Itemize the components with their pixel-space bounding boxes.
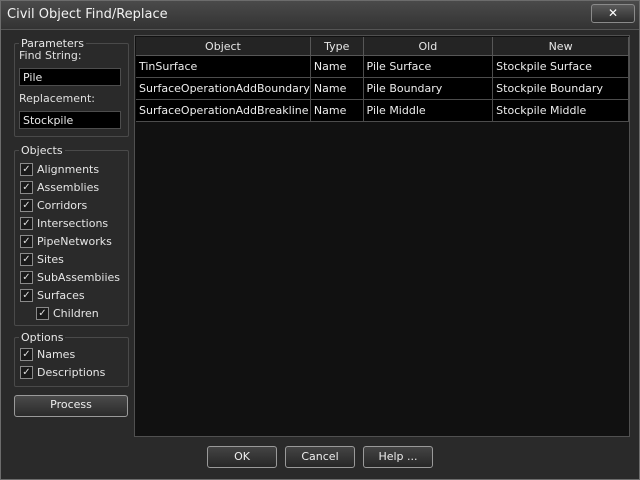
checkbox-label: Surfaces [37,288,85,302]
checkbox-sites[interactable]: ✓ Sites [20,251,64,267]
help-button[interactable]: Help ... [363,446,433,468]
title-bar: Civil Object Find/Replace ✕ [1,1,639,30]
checkbox-intersections[interactable]: ✓ Intersections [20,215,108,231]
cell-object[interactable]: SurfaceOperationAddBoundary [136,77,311,100]
cell-type[interactable]: Name [310,77,364,100]
check-icon[interactable]: ✓ [20,162,33,176]
cell-old[interactable]: Pile Middle [363,99,494,122]
check-icon[interactable]: ✓ [20,270,33,284]
checkbox-label: SubAssembiies [37,270,120,284]
cell-object[interactable]: TinSurface [136,55,311,78]
check-icon[interactable]: ✓ [20,180,33,194]
checkbox-surfaces[interactable]: ✓ Surfaces [20,287,85,303]
replacement-label: Replacement: [19,92,95,105]
check-icon[interactable]: ✓ [20,347,33,361]
check-icon[interactable]: ✓ [20,198,33,212]
cancel-button[interactable]: Cancel [285,446,355,468]
process-button[interactable]: Process [14,395,128,417]
find-string-label: Find String: [19,49,82,62]
checkbox-names[interactable]: ✓ Names [20,346,75,362]
check-icon[interactable]: ✓ [20,234,33,248]
window-title: Civil Object Find/Replace [7,7,168,22]
checkbox-label: Names [37,347,76,361]
cell-type[interactable]: Name [310,99,364,122]
cell-object[interactable]: SurfaceOperationAddBreakline [136,99,311,122]
checkbox-pipenetworks[interactable]: ✓ PipeNetworks [20,233,112,249]
checkbox-subassemblies[interactable]: ✓ SubAssembiies [20,269,120,285]
checkbox-children[interactable]: ✓ Children [36,305,99,321]
objects-group: Objects ✓ Alignments ✓ Assemblies ✓ Corr… [14,144,129,326]
checkbox-label: PipeNetworks [37,234,112,248]
checkbox-alignments[interactable]: ✓ Alignments [20,161,99,177]
check-icon[interactable]: ✓ [36,306,49,320]
table-row[interactable]: TinSurface Name Pile Surface Stockpile S… [136,55,629,78]
column-header-old[interactable]: Old [363,37,494,56]
find-string-input[interactable] [19,68,121,86]
checkbox-label: Children [53,306,99,320]
results-table: Object Type Old New TinSurface Name Pile… [136,37,629,122]
checkbox-label: Intersections [37,216,109,230]
close-button[interactable]: ✕ [591,4,635,23]
column-header-new[interactable]: New [492,37,629,56]
table-row[interactable]: SurfaceOperationAddBreakline Name Pile M… [136,99,629,122]
parameters-group: Parameters Find String: Replacement: [14,37,129,137]
checkbox-label: Sites [37,252,64,266]
results-grid: Object Type Old New TinSurface Name Pile… [134,35,630,437]
header-row: Object Type Old New [136,37,629,56]
options-legend: Options [21,331,64,344]
checkbox-label: Assemblies [37,180,100,194]
cell-new[interactable]: Stockpile Boundary [492,77,629,100]
cell-new[interactable]: Stockpile Middle [492,99,629,122]
checkbox-label: Descriptions [37,365,106,379]
column-header-object[interactable]: Object [136,37,311,56]
checkbox-assemblies[interactable]: ✓ Assemblies [20,179,99,195]
cell-old[interactable]: Pile Surface [363,55,494,78]
check-icon[interactable]: ✓ [20,365,33,379]
check-icon[interactable]: ✓ [20,216,33,230]
replacement-input[interactable] [19,111,121,129]
close-icon: ✕ [607,6,619,20]
check-icon[interactable]: ✓ [20,288,33,302]
checkbox-descriptions[interactable]: ✓ Descriptions [20,364,105,380]
objects-legend: Objects [21,144,63,157]
column-header-type[interactable]: Type [310,37,364,56]
find-replace-dialog: Civil Object Find/Replace ✕ Parameters F… [0,0,640,480]
checkbox-label: Corridors [37,198,88,212]
checkbox-label: Alignments [37,162,100,176]
ok-button[interactable]: OK [207,446,277,468]
cell-new[interactable]: Stockpile Surface [492,55,629,78]
cell-type[interactable]: Name [310,55,364,78]
cell-old[interactable]: Pile Boundary [363,77,494,100]
table-row[interactable]: SurfaceOperationAddBoundary Name Pile Bo… [136,77,629,100]
check-icon[interactable]: ✓ [20,252,33,266]
checkbox-corridors[interactable]: ✓ Corridors [20,197,87,213]
options-group: Options ✓ Names ✓ Descriptions [14,331,129,387]
